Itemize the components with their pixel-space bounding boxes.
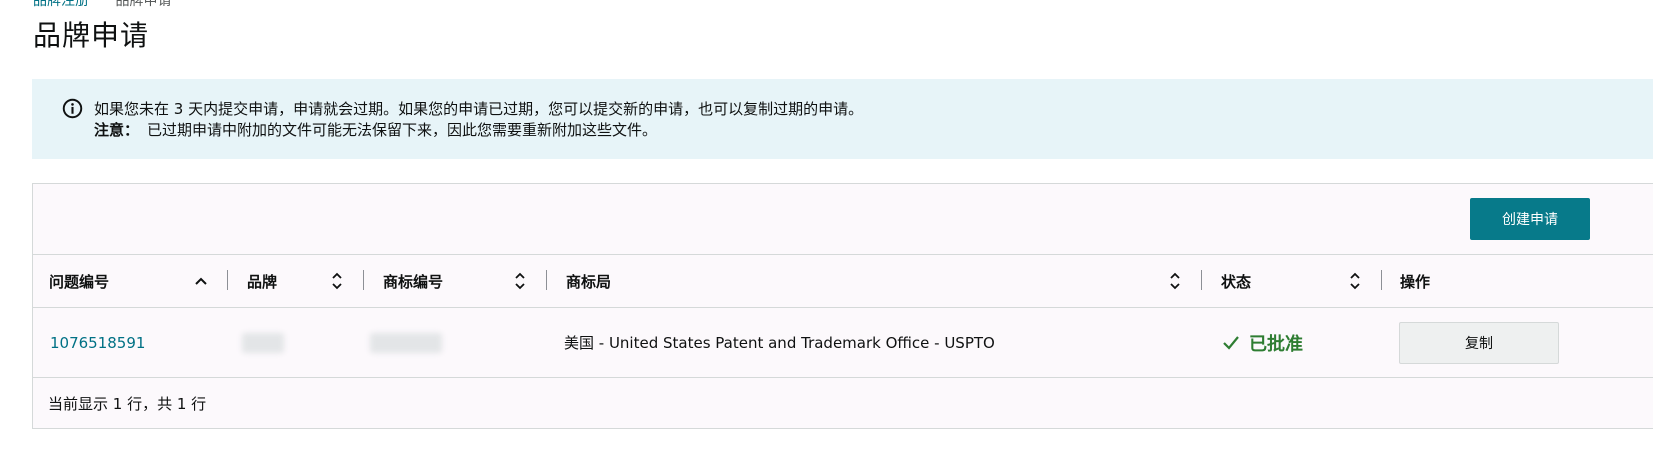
copy-button[interactable]: 复制 [1399, 322, 1559, 364]
applications-table-panel: 创建申请 问题编号 品牌 商标编号 商标局 状态 操作 1076518591 美… [32, 183, 1653, 429]
breadcrumb-parent-link[interactable]: 品牌注册 [33, 0, 89, 9]
table-header: 问题编号 品牌 商标编号 商标局 状态 操作 [33, 255, 1653, 308]
column-divider [363, 270, 364, 290]
alert-note: 注意： 已过期申请中附加的文件可能无法保留下来，因此您需要重新附加这些文件。 [94, 119, 657, 140]
sort-toggle-icon[interactable] [513, 271, 527, 291]
breadcrumb-current: 品牌申请 [115, 0, 172, 9]
table-toolbar: 创建申请 [33, 184, 1653, 255]
table-footer: 当前显示 1 行，共 1 行 [48, 394, 207, 413]
status-cell: 已批准 [1221, 308, 1303, 377]
column-header-office[interactable]: 商标局 [566, 255, 611, 307]
sort-toggle-icon[interactable] [330, 271, 344, 291]
brand-cell [242, 308, 284, 377]
column-divider [227, 270, 228, 290]
table-row: 1076518591 美国 - United States Patent and… [33, 308, 1653, 378]
check-icon [1223, 335, 1239, 350]
breadcrumb: 品牌注册 品牌申请 [33, 0, 171, 10]
column-divider [1381, 270, 1382, 290]
column-header-status[interactable]: 状态 [1221, 255, 1251, 307]
sort-ascending-icon[interactable] [194, 271, 208, 291]
sort-toggle-icon[interactable] [1348, 271, 1362, 291]
sort-toggle-icon[interactable] [1168, 271, 1182, 291]
column-header-action: 操作 [1400, 272, 1431, 291]
column-header-brand[interactable]: 品牌 [247, 255, 277, 307]
redacted-trademark-number [370, 332, 442, 353]
alert-note-text: 已过期申请中附加的文件可能无法保留下来，因此您需要重新附加这些文件。 [147, 121, 658, 139]
redacted-brand [242, 332, 284, 353]
column-header-trademark-no[interactable]: 商标编号 [383, 255, 443, 307]
alert-note-label: 注意： [94, 121, 140, 139]
column-header-issue-no[interactable]: 问题编号 [49, 255, 109, 307]
info-icon [62, 98, 83, 119]
column-divider [1201, 270, 1202, 290]
page-title: 品牌申请 [33, 19, 150, 52]
trademark-office-cell: 美国 - United States Patent and Trademark … [564, 334, 995, 352]
trademark-number-cell [370, 308, 442, 377]
info-alert: 如果您未在 3 天内提交申请，申请就会过期。如果您的申请已过期，您可以提交新的申… [32, 79, 1653, 159]
status-badge: 已批准 [1249, 333, 1303, 355]
alert-message: 如果您未在 3 天内提交申请，申请就会过期。如果您的申请已过期，您可以提交新的申… [94, 100, 864, 118]
create-application-button[interactable]: 创建申请 [1470, 198, 1590, 240]
issue-number-link[interactable]: 1076518591 [50, 308, 145, 377]
column-divider [546, 270, 547, 290]
